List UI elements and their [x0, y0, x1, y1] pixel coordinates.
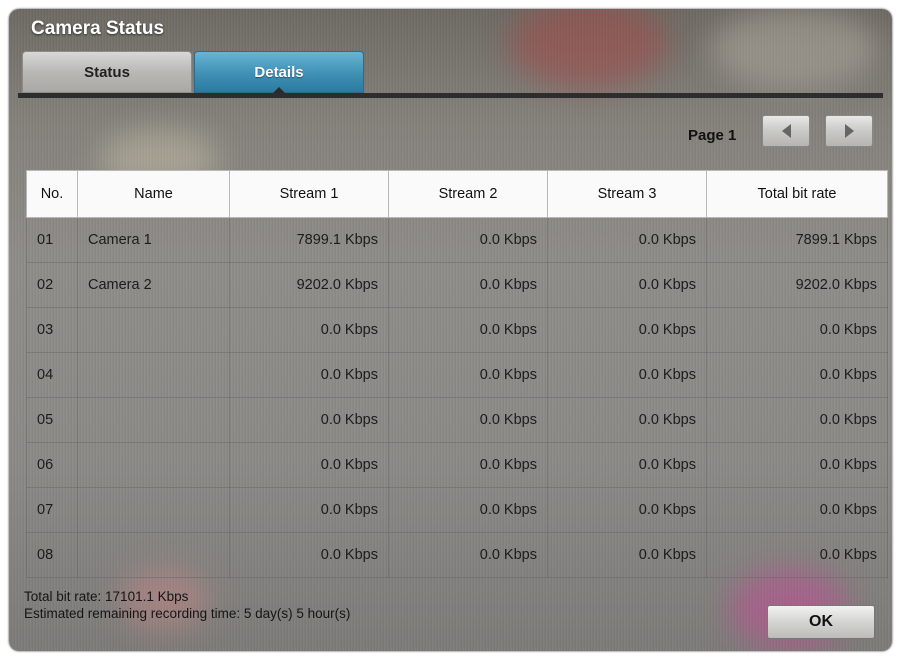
cell-stream-1: 0.0 Kbps — [229, 397, 389, 443]
cell-stream-1: 0.0 Kbps — [229, 352, 389, 398]
cell-name — [77, 307, 230, 353]
cell-stream-2: 0.0 Kbps — [388, 487, 548, 533]
cell-stream-3: 0.0 Kbps — [547, 442, 707, 488]
cell-name — [77, 532, 230, 578]
cell-no: 08 — [26, 532, 78, 578]
column-header-total-bit-rate: Total bit rate — [706, 170, 888, 218]
table-header-row: No. Name Stream 1 Stream 2 Stream 3 Tota… — [26, 170, 888, 218]
camera-status-table: No. Name Stream 1 Stream 2 Stream 3 Tota… — [26, 170, 888, 578]
cell-total-bit-rate: 0.0 Kbps — [706, 487, 888, 533]
tab-status[interactable]: Status — [22, 51, 192, 93]
previous-page-button[interactable] — [762, 115, 810, 147]
cell-stream-2: 0.0 Kbps — [388, 442, 548, 488]
cell-stream-1: 0.0 Kbps — [229, 307, 389, 353]
cell-stream-3: 0.0 Kbps — [547, 397, 707, 443]
table-row: 03 0.0 Kbps 0.0 Kbps 0.0 Kbps 0.0 Kbps — [26, 307, 888, 353]
ok-button[interactable]: OK — [767, 605, 875, 639]
column-header-stream-1: Stream 1 — [229, 170, 389, 218]
cell-no: 07 — [26, 487, 78, 533]
cell-name: Camera 1 — [77, 217, 230, 263]
cell-no: 01 — [26, 217, 78, 263]
column-header-no: No. — [26, 170, 78, 218]
cell-name — [77, 397, 230, 443]
cell-total-bit-rate: 0.0 Kbps — [706, 397, 888, 443]
column-header-stream-3: Stream 3 — [547, 170, 707, 218]
cell-total-bit-rate: 0.0 Kbps — [706, 532, 888, 578]
tab-details[interactable]: Details — [194, 51, 364, 93]
cell-stream-1: 0.0 Kbps — [229, 487, 389, 533]
cell-stream-2: 0.0 Kbps — [388, 307, 548, 353]
table-row: 04 0.0 Kbps 0.0 Kbps 0.0 Kbps 0.0 Kbps — [26, 352, 888, 398]
cell-name: Camera 2 — [77, 262, 230, 308]
table-row: 05 0.0 Kbps 0.0 Kbps 0.0 Kbps 0.0 Kbps — [26, 397, 888, 443]
cell-stream-1: 7899.1 Kbps — [229, 217, 389, 263]
cell-stream-2: 0.0 Kbps — [388, 262, 548, 308]
cell-total-bit-rate: 0.0 Kbps — [706, 442, 888, 488]
cell-no: 03 — [26, 307, 78, 353]
cell-stream-3: 0.0 Kbps — [547, 262, 707, 308]
tab-divider — [18, 93, 883, 98]
cell-stream-1: 9202.0 Kbps — [229, 262, 389, 308]
triangle-right-icon — [844, 124, 854, 138]
cell-stream-3: 0.0 Kbps — [547, 487, 707, 533]
cell-stream-1: 0.0 Kbps — [229, 532, 389, 578]
cell-no: 04 — [26, 352, 78, 398]
cell-name — [77, 442, 230, 488]
cell-stream-2: 0.0 Kbps — [388, 397, 548, 443]
column-header-name: Name — [77, 170, 230, 218]
cell-stream-2: 0.0 Kbps — [388, 532, 548, 578]
table-row: 01 Camera 1 7899.1 Kbps 0.0 Kbps 0.0 Kbp… — [26, 217, 888, 263]
cell-stream-2: 0.0 Kbps — [388, 217, 548, 263]
cell-no: 05 — [26, 397, 78, 443]
cell-stream-1: 0.0 Kbps — [229, 442, 389, 488]
table-row: 08 0.0 Kbps 0.0 Kbps 0.0 Kbps 0.0 Kbps — [26, 532, 888, 578]
remaining-recording-time-text: Estimated remaining recording time: 5 da… — [24, 606, 351, 621]
column-header-stream-2: Stream 2 — [388, 170, 548, 218]
cell-total-bit-rate: 0.0 Kbps — [706, 307, 888, 353]
table-row: 07 0.0 Kbps 0.0 Kbps 0.0 Kbps 0.0 Kbps — [26, 487, 888, 533]
cell-total-bit-rate: 0.0 Kbps — [706, 352, 888, 398]
cell-stream-3: 0.0 Kbps — [547, 307, 707, 353]
cell-total-bit-rate: 9202.0 Kbps — [706, 262, 888, 308]
cell-no: 02 — [26, 262, 78, 308]
page-indicator: Page 1 — [688, 127, 737, 144]
background-blur — [509, 9, 669, 89]
cell-stream-2: 0.0 Kbps — [388, 352, 548, 398]
cell-stream-3: 0.0 Kbps — [547, 217, 707, 263]
dialog-title: Camera Status — [31, 18, 165, 39]
triangle-left-icon — [781, 124, 791, 138]
next-page-button[interactable] — [825, 115, 873, 147]
table-row: 06 0.0 Kbps 0.0 Kbps 0.0 Kbps 0.0 Kbps — [26, 442, 888, 488]
cell-no: 06 — [26, 442, 78, 488]
cell-name — [77, 487, 230, 533]
background-blur — [709, 9, 879, 89]
cell-stream-3: 0.0 Kbps — [547, 532, 707, 578]
cell-name — [77, 352, 230, 398]
cell-total-bit-rate: 7899.1 Kbps — [706, 217, 888, 263]
table-row: 02 Camera 2 9202.0 Kbps 0.0 Kbps 0.0 Kbp… — [26, 262, 888, 308]
total-bit-rate-text: Total bit rate: 17101.1 Kbps — [24, 589, 189, 604]
cell-stream-3: 0.0 Kbps — [547, 352, 707, 398]
